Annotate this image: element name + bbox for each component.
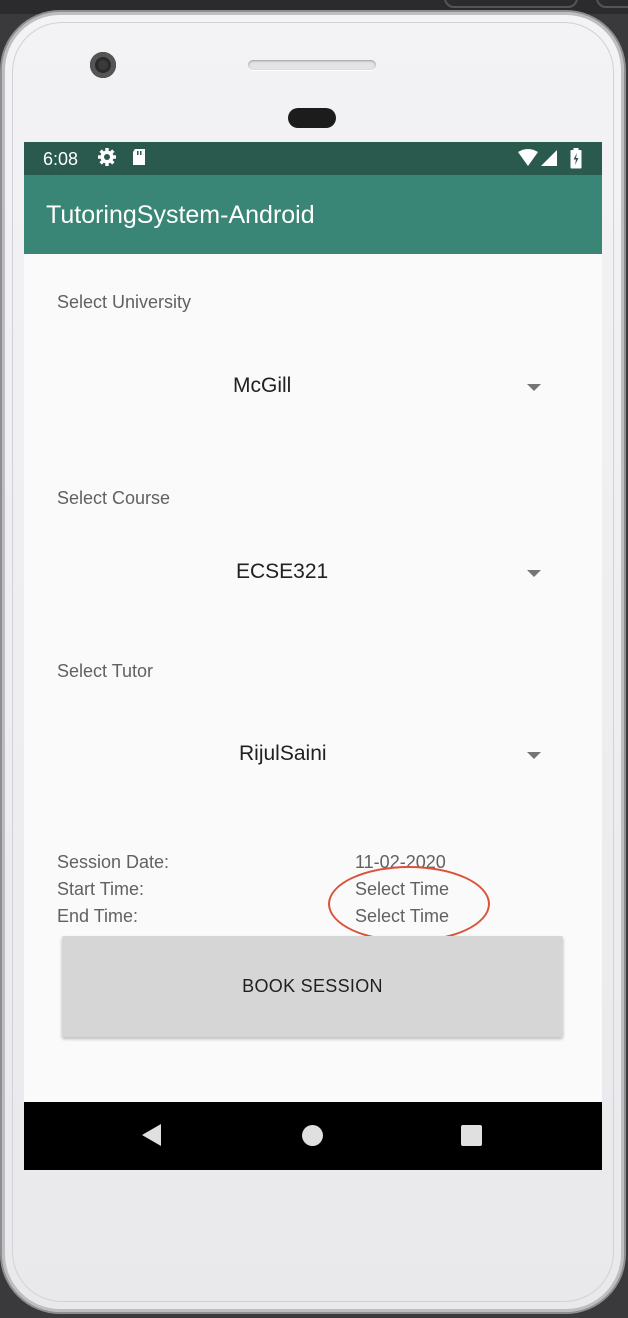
toolbar-pill [444,0,578,8]
battery-icon [570,148,582,174]
status-bar: 6:08 [24,142,602,175]
camera-icon [90,52,116,78]
university-label: Select University [57,292,192,312]
tutor-spinner[interactable]: RijulSaini [24,732,602,778]
end-time-label: End Time: [57,906,139,926]
proximity-sensor [288,108,336,128]
session-date-label: Session Date: [57,852,170,872]
chevron-down-icon [527,570,541,577]
university-spinner[interactable]: McGill [24,364,602,410]
back-icon[interactable] [142,1124,161,1146]
signal-icon [540,150,558,171]
chevron-down-icon [527,752,541,759]
university-value: McGill [233,374,292,397]
chevron-down-icon [527,384,541,391]
start-time-label: Start Time: [57,879,145,899]
course-spinner[interactable]: ECSE321 [24,550,602,596]
annotation-circle [328,866,490,942]
settings-icon [97,147,117,172]
app-title: TutoringSystem-Android [46,201,315,229]
sd-card-icon [131,147,147,172]
course-value: ECSE321 [236,560,329,583]
device-screen: 6:08 TutoringSystem-Android Select Unive… [24,142,602,1170]
app-bar: TutoringSystem-Android [24,175,602,254]
status-time: 6:08 [43,149,79,169]
tutor-label: Select Tutor [57,661,154,681]
recents-icon[interactable] [461,1125,482,1146]
tutor-value: RijulSaini [239,742,327,765]
course-label: Select Course [57,488,171,508]
book-session-button[interactable]: BOOK SESSION [62,936,563,1037]
home-icon[interactable] [302,1125,323,1146]
wifi-icon [517,149,539,172]
toolbar-pill [596,0,628,8]
navigation-bar [24,1102,602,1170]
speaker-grille [248,60,376,70]
